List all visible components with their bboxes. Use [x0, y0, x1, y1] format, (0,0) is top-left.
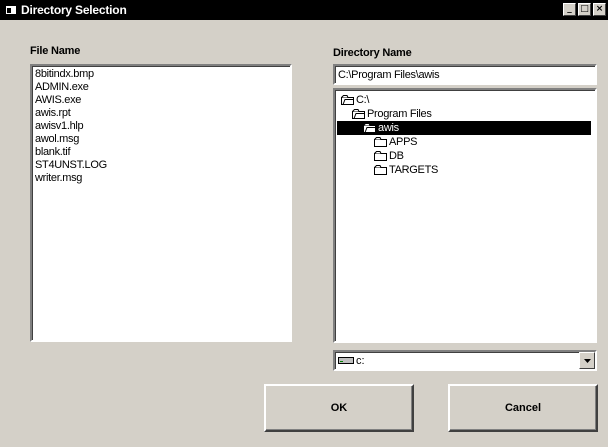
directory-tree[interactable]: C:\ Program Files awis APPS DB TARGETS	[333, 88, 597, 343]
window-title: Directory Selection	[21, 3, 127, 17]
file-list[interactable]: 8bitindx.bmp ADMIN.exe AWIS.exe awis.rpt awi…	[30, 64, 292, 342]
tree-item[interactable]: DB	[337, 149, 593, 163]
tree-item-label: TARGETS	[389, 164, 439, 176]
file-list-item[interactable]: awisv1.hlp	[35, 120, 287, 133]
drive-dropdown-button[interactable]	[579, 352, 595, 369]
closed-folder-icon	[374, 165, 387, 175]
tree-item[interactable]: APPS	[337, 135, 593, 149]
open-folder-icon	[363, 123, 376, 133]
tree-item-label: C:\	[356, 94, 370, 106]
tree-item-label: awis	[378, 122, 399, 134]
tree-item[interactable]: C:\	[337, 93, 593, 107]
closed-folder-icon	[374, 137, 387, 147]
file-list-item[interactable]: awis.rpt	[35, 107, 287, 120]
tree-item[interactable]: awis	[337, 121, 591, 135]
tree-item[interactable]: Program Files	[337, 107, 593, 121]
file-list-item[interactable]: AWIS.exe	[35, 94, 287, 107]
directory-name-label: Directory Name	[333, 47, 412, 59]
file-list-item[interactable]: ST4UNST.LOG	[35, 159, 287, 172]
title-bar[interactable]: Directory Selection _ □ ×	[0, 0, 608, 20]
close-button[interactable]: ×	[593, 3, 606, 16]
tree-item-label: DB	[389, 150, 404, 162]
tree-item-label: Program Files	[367, 108, 432, 120]
tree-item[interactable]: TARGETS	[337, 163, 593, 177]
file-list-item[interactable]: 8bitindx.bmp	[35, 68, 287, 81]
drive-select-value: c:	[356, 354, 365, 367]
maximize-button[interactable]: □	[578, 3, 591, 16]
file-list-item[interactable]: awol.msg	[35, 133, 287, 146]
window-controls: _ □ ×	[563, 3, 606, 16]
file-list-item[interactable]: writer.msg	[35, 172, 287, 185]
file-list-item[interactable]: blank.tif	[35, 146, 287, 159]
open-folder-icon	[341, 95, 354, 105]
file-name-label: File Name	[30, 45, 81, 57]
ok-button[interactable]: OK	[264, 384, 414, 432]
chevron-down-icon	[583, 358, 591, 363]
minimize-button[interactable]: _	[563, 3, 576, 16]
drive-icon	[338, 357, 354, 364]
open-folder-icon	[352, 109, 365, 119]
window-app-icon	[6, 6, 16, 14]
closed-folder-icon	[374, 151, 387, 161]
cancel-button[interactable]: Cancel	[448, 384, 598, 432]
drive-select[interactable]: c:	[333, 350, 597, 371]
file-list-item[interactable]: ADMIN.exe	[35, 81, 287, 94]
tree-item-label: APPS	[389, 136, 418, 148]
directory-path-field[interactable]: C:\Program Files\awis	[333, 64, 597, 85]
